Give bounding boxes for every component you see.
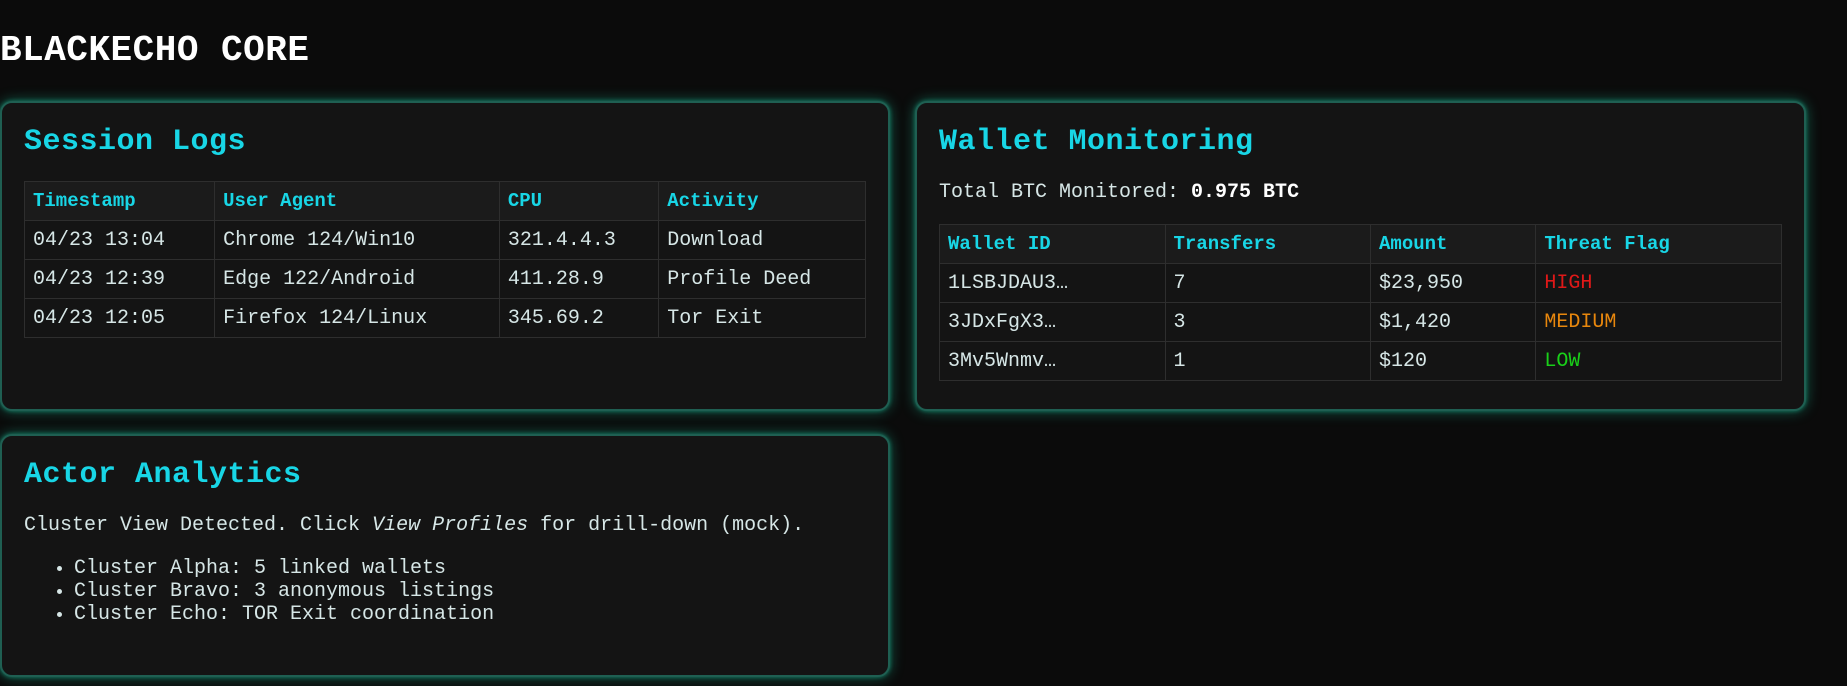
actor-analytics-panel: Actor Analytics Cluster View Detected. C… [0,434,890,677]
wallet-monitoring-panel: Wallet Monitoring Total BTC Monitored: 0… [915,101,1806,411]
column-header-wallet-id[interactable]: Wallet ID [939,224,1166,264]
list-item: Cluster Bravo: 3 anonymous listings [74,580,866,603]
transfers-cell: 7 [1164,263,1372,303]
session-logs-title: Session Logs [24,125,247,159]
table-row[interactable]: 04/23 12:05 Firefox 124/Linux 345.69.2 T… [23,298,866,338]
cluster-description-prefix: Cluster View Detected. Click [24,514,373,537]
wallet-id-cell: 1LSBJDAU3… [939,263,1166,303]
cluster-description-suffix: for drill-down (mock). [528,514,805,537]
transfers-cell: 1 [1164,341,1372,381]
list-item: Cluster Echo: TOR Exit coordination [74,603,866,626]
actor-analytics-title: Actor Analytics [24,458,302,492]
threat-flag-cell: HIGH [1535,263,1782,303]
table-row[interactable]: 1LSBJDAU3… 7 $23,950 HIGH [939,263,1782,303]
total-btc-line: Total BTC Monitored: 0.975 BTC [939,181,1782,204]
session-logs-panel: Session Logs Timestamp User Agent CPU Ac… [0,101,890,411]
activity-cell: Tor Exit [658,298,866,338]
table-row[interactable]: 3Mv5Wnmv… 1 $120 LOW [939,341,1782,381]
cluster-list: Cluster Alpha: 5 linked wallets Cluster … [24,557,866,626]
cpu-cell: 345.69.2 [498,298,660,338]
column-header-activity[interactable]: Activity [658,181,866,221]
column-header-cpu[interactable]: CPU [498,181,660,221]
wallet-monitoring-title: Wallet Monitoring [939,125,1254,159]
cluster-description: Cluster View Detected. Click View Profil… [24,514,866,537]
wallet-id-cell: 3Mv5Wnmv… [939,341,1166,381]
amount-cell: $1,420 [1370,302,1537,342]
activity-cell: Download [658,220,866,260]
table-header-row: Wallet ID Transfers Amount Threat Flag [939,224,1782,264]
column-header-transfers[interactable]: Transfers [1164,224,1372,264]
session-logs-table: Timestamp User Agent CPU Activity 04/23 … [23,181,866,338]
app-title: BLACKECHO CORE [0,30,310,71]
table-header-row: Timestamp User Agent CPU Activity [23,181,866,221]
user-agent-cell: Chrome 124/Win10 [214,220,500,260]
activity-cell: Profile Deed [658,259,866,299]
timestamp-cell: 04/23 12:05 [23,298,216,338]
amount-cell: $23,950 [1370,263,1537,303]
wallet-id-cell: 3JDxFgX3… [939,302,1166,342]
column-header-threat-flag[interactable]: Threat Flag [1535,224,1782,264]
threat-flag-cell: LOW [1535,341,1782,381]
wallet-table: Wallet ID Transfers Amount Threat Flag 1… [939,224,1782,381]
user-agent-cell: Edge 122/Android [214,259,500,299]
threat-flag-cell: MEDIUM [1535,302,1782,342]
column-header-user-agent[interactable]: User Agent [214,181,500,221]
view-profiles-link[interactable]: View Profiles [372,514,528,537]
table-row[interactable]: 04/23 12:39 Edge 122/Android 411.28.9 Pr… [23,259,866,299]
total-btc-label: Total BTC Monitored: [939,181,1192,204]
table-row[interactable]: 04/23 13:04 Chrome 124/Win10 321.4.4.3 D… [23,220,866,260]
column-header-timestamp[interactable]: Timestamp [23,181,216,221]
cpu-cell: 321.4.4.3 [498,220,660,260]
timestamp-cell: 04/23 13:04 [23,220,216,260]
table-row[interactable]: 3JDxFgX3… 3 $1,420 MEDIUM [939,302,1782,342]
timestamp-cell: 04/23 12:39 [23,259,216,299]
column-header-amount[interactable]: Amount [1370,224,1537,264]
cpu-cell: 411.28.9 [498,259,660,299]
amount-cell: $120 [1370,341,1537,381]
transfers-cell: 3 [1164,302,1372,342]
list-item: Cluster Alpha: 5 linked wallets [74,557,866,580]
user-agent-cell: Firefox 124/Linux [214,298,500,338]
total-btc-value: 0.975 BTC [1191,181,1300,204]
